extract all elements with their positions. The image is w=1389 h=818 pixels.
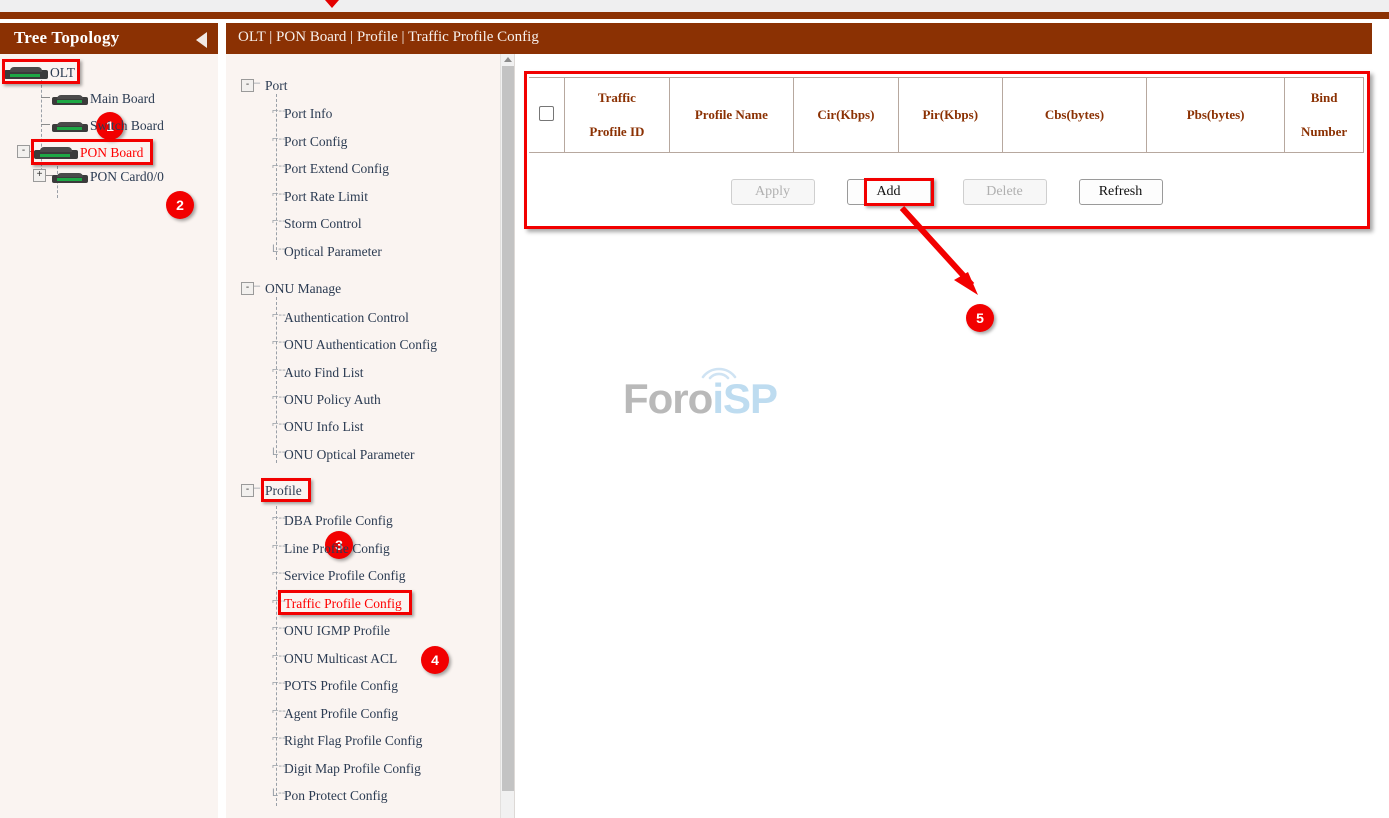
- menu-item-storm-control[interactable]: Storm Control: [284, 216, 362, 232]
- apply-button[interactable]: Apply: [731, 179, 815, 205]
- watermark-text-sp: SP: [723, 375, 777, 422]
- tree-node-label: Main Board: [90, 91, 155, 106]
- scroll-up-arrow-icon[interactable]: [504, 57, 512, 62]
- tree-topology-header: Tree Topology: [0, 23, 218, 54]
- menu-scrollbar-thumb[interactable]: [502, 66, 514, 791]
- tree-connector: [41, 97, 50, 98]
- annotation-badge-4: 4: [421, 646, 449, 674]
- tree-connector: [41, 124, 50, 125]
- col-line1: Bind: [1289, 81, 1359, 115]
- select-all-checkbox[interactable]: [539, 106, 554, 121]
- column-profile-name: Profile Name: [669, 78, 794, 153]
- tree-node-pon-card[interactable]: PON Card0/0: [52, 168, 164, 185]
- menu-toggle-onu-manage[interactable]: -: [241, 282, 254, 295]
- device-icon: [52, 93, 88, 105]
- highlight-box-profile: [261, 478, 311, 502]
- tree-toggle-pon-board[interactable]: -: [17, 145, 30, 158]
- tree-topology-title: Tree Topology: [14, 28, 119, 48]
- tree-toggle-pon-card[interactable]: +: [33, 169, 46, 182]
- menu-item-right-flag-profile-config[interactable]: Right Flag Profile Config: [284, 733, 422, 749]
- tree-node-label: PON Card0/0: [90, 169, 164, 184]
- top-strip: [0, 0, 1389, 12]
- menu-item-onu-authentication-config[interactable]: ONU Authentication Config: [284, 337, 437, 353]
- menu-item-onu-optical-parameter[interactable]: ONU Optical Parameter: [284, 447, 414, 463]
- menu-item-port-config[interactable]: Port Config: [284, 134, 347, 150]
- menu-item-line-profile-config[interactable]: Line Profile Config: [284, 541, 390, 557]
- menu-item-digit-map-profile-config[interactable]: Digit Map Profile Config: [284, 761, 421, 777]
- column-pir-kbps: Pir(Kbps): [898, 78, 1002, 153]
- annotation-arrow: [880, 200, 1030, 330]
- menu-item-auto-find-list[interactable]: Auto Find List: [284, 365, 364, 381]
- watermark-text-i: i: [712, 375, 723, 422]
- menu-item-pon-protect-config[interactable]: Pon Protect Config: [284, 788, 388, 804]
- annotation-badge-2: 2: [166, 191, 194, 219]
- column-traffic-profile-id: Traffic Profile ID: [565, 78, 669, 153]
- device-icon: [52, 120, 88, 132]
- down-triangle-marker-icon: [325, 0, 339, 8]
- col-line1: Traffic: [569, 81, 664, 115]
- highlight-box-pon-board: [31, 139, 153, 165]
- annotation-badge-5: 5: [966, 304, 994, 332]
- menu-item-port-extend-config[interactable]: Port Extend Config: [284, 161, 389, 177]
- menu-toggle-profile[interactable]: -: [241, 484, 254, 497]
- collapse-left-arrow-icon[interactable]: [196, 32, 207, 48]
- content-header-bar: OLT | PON Board | Profile | Traffic Prof…: [226, 23, 1372, 54]
- menu-item-onu-policy-auth[interactable]: ONU Policy Auth: [284, 392, 381, 408]
- device-icon: [52, 171, 88, 183]
- menu-item-agent-profile-config[interactable]: Agent Profile Config: [284, 706, 398, 722]
- traffic-profile-table: Traffic Profile ID Profile Name Cir(Kbps…: [529, 77, 1364, 153]
- highlight-box-traffic-profile-config: [278, 590, 412, 615]
- menu-scrollbar[interactable]: [500, 54, 515, 818]
- col-line2: Profile ID: [569, 115, 664, 149]
- column-pbs-bytes: Pbs(bytes): [1147, 78, 1285, 153]
- tree-node-main-board[interactable]: Main Board: [52, 90, 155, 107]
- wifi-signal-icon: [699, 359, 739, 381]
- col-line2: Number: [1289, 115, 1359, 149]
- menu-item-onu-info-list[interactable]: ONU Info List: [284, 419, 364, 435]
- menu-tree-column: - – Port ⌐-- Port Info ⌐-- Port Config ⌐…: [226, 54, 514, 818]
- table-header-row: Traffic Profile ID Profile Name Cir(Kbps…: [529, 78, 1364, 153]
- tree-topology-body: OLT 1 Main Board Switch Board - PON Boar…: [0, 54, 218, 818]
- menu-group-onu-manage[interactable]: ONU Manage: [265, 281, 341, 297]
- menu-group-port[interactable]: Port: [265, 78, 288, 94]
- column-cbs-bytes: Cbs(bytes): [1002, 78, 1146, 153]
- menu-spine-onu: [276, 297, 277, 463]
- menu-item-optical-parameter[interactable]: Optical Parameter: [284, 244, 382, 260]
- select-all-header: [529, 78, 565, 153]
- highlight-box-olt: [2, 59, 80, 84]
- menu-toggle-port[interactable]: -: [241, 79, 254, 92]
- menu-spine-port: [276, 94, 277, 260]
- tree-node-label: Switch Board: [90, 118, 164, 133]
- menu-item-service-profile-config[interactable]: Service Profile Config: [284, 568, 405, 584]
- tree-node-switch-board[interactable]: Switch Board: [52, 117, 164, 134]
- menu-item-onu-multicast-acl[interactable]: ONU Multicast ACL: [284, 651, 397, 667]
- menu-item-onu-igmp-profile[interactable]: ONU IGMP Profile: [284, 623, 390, 639]
- watermark-text-foro: Foro: [623, 375, 712, 422]
- tree-topology-panel: Tree Topology OLT 1 Main Board Switch Bo…: [0, 23, 218, 818]
- column-cir-kbps: Cir(Kbps): [794, 78, 898, 153]
- watermark-logo: ForoiSP: [623, 375, 777, 423]
- menu-item-authentication-control[interactable]: Authentication Control: [284, 310, 409, 326]
- menu-item-pots-profile-config[interactable]: POTS Profile Config: [284, 678, 398, 694]
- column-bind-number: Bind Number: [1285, 78, 1364, 153]
- menu-item-port-rate-limit[interactable]: Port Rate Limit: [284, 189, 368, 205]
- top-brand-bar: [0, 12, 1389, 19]
- refresh-button[interactable]: Refresh: [1079, 179, 1163, 205]
- menu-item-dba-profile-config[interactable]: DBA Profile Config: [284, 513, 393, 529]
- breadcrumb: OLT | PON Board | Profile | Traffic Prof…: [238, 29, 539, 46]
- menu-item-port-info[interactable]: Port Info: [284, 106, 332, 122]
